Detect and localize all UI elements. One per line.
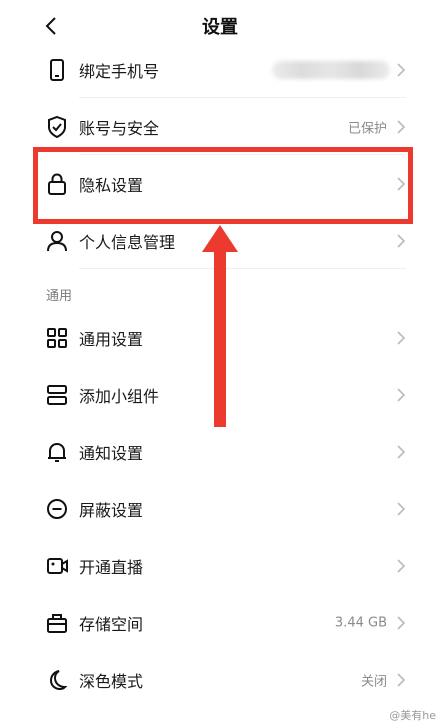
person-icon <box>44 228 70 254</box>
row-label: 通用设置 <box>79 329 144 349</box>
row-storage[interactable]: 存储空间 3.44 GB <box>0 594 440 651</box>
highlight-box <box>33 147 413 224</box>
chevron-right-icon <box>397 387 406 402</box>
widget-icon <box>44 382 70 408</box>
row-notification-settings[interactable]: 通知设置 <box>0 423 440 480</box>
row-label: 开通直播 <box>79 557 144 577</box>
divider <box>79 268 406 269</box>
phone-icon <box>44 57 70 83</box>
shield-check-icon <box>44 114 70 140</box>
chevron-right-icon <box>397 615 406 630</box>
row-label: 通知设置 <box>79 443 144 463</box>
moon-icon <box>44 667 70 693</box>
grid-icon <box>44 325 70 351</box>
row-label: 个人信息管理 <box>79 232 176 252</box>
row-label: 屏蔽设置 <box>79 500 144 520</box>
phone-number-blurred <box>272 60 390 79</box>
row-value: 关闭 <box>360 674 387 689</box>
row-bind-phone[interactable]: 绑定手机号 <box>0 41 440 98</box>
row-general-settings[interactable]: 通用设置 <box>0 309 440 366</box>
row-label: 绑定手机号 <box>79 61 160 81</box>
section-title-general: 通用 <box>46 289 73 304</box>
row-value: 已保护 <box>347 121 387 136</box>
row-label: 添加小组件 <box>79 386 160 406</box>
chevron-right-icon <box>397 558 406 573</box>
chevron-right-icon <box>397 330 406 345</box>
chevron-right-icon <box>397 444 406 459</box>
row-label: 深色模式 <box>79 671 144 691</box>
row-block-settings[interactable]: 屏蔽设置 <box>0 480 440 537</box>
chevron-right-icon <box>397 501 406 516</box>
watermark: @美有he <box>389 709 436 722</box>
video-icon <box>44 553 70 579</box>
row-add-widget[interactable]: 添加小组件 <box>0 366 440 423</box>
chevron-right-icon <box>397 119 406 134</box>
row-dark-mode[interactable]: 深色模式 关闭 <box>0 651 440 708</box>
row-value: 3.44 GB <box>334 615 387 630</box>
chevron-right-icon <box>397 672 406 687</box>
storage-icon <box>44 610 70 636</box>
chevron-right-icon <box>397 233 406 248</box>
page-title: 设置 <box>202 17 238 38</box>
row-label: 存储空间 <box>79 614 144 634</box>
chevron-right-icon <box>397 62 406 77</box>
row-label: 账号与安全 <box>79 118 160 138</box>
row-start-live[interactable]: 开通直播 <box>0 537 440 594</box>
block-icon <box>44 496 70 522</box>
bell-icon <box>44 439 70 465</box>
